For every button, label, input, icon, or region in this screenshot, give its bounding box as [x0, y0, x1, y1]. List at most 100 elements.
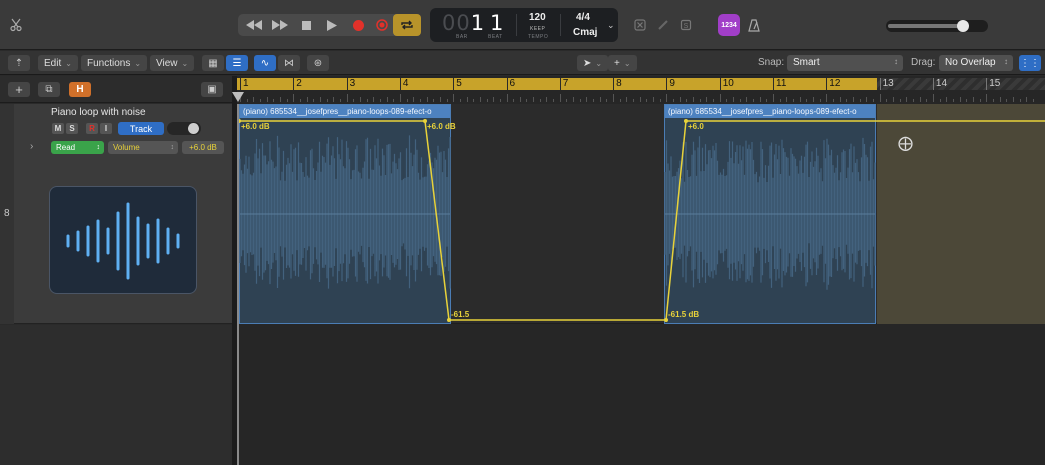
functions-menu[interactable]: Functions ⌄: [81, 55, 148, 71]
ruler-tick: [926, 99, 928, 102]
drag-select[interactable]: No Overlap ↕: [939, 55, 1013, 71]
track-lane[interactable]: (piano) 685534__josefpres__piano-loops-0…: [237, 104, 1045, 324]
time-signature[interactable]: 4/4: [576, 12, 590, 23]
record-enable-button[interactable]: R: [86, 123, 98, 134]
audio-waveform-icon: [66, 202, 180, 280]
play-button[interactable]: [318, 14, 346, 36]
ruler-tick: [872, 99, 874, 102]
catch-icon[interactable]: ⊛: [307, 55, 329, 71]
ruler-tick: [539, 99, 541, 102]
automation-point-label: +6.0: [688, 122, 704, 131]
solo-button[interactable]: S: [66, 123, 78, 134]
updown-chevron-icon: ↕: [170, 144, 175, 151]
grid-view-icon[interactable]: ▦: [202, 55, 224, 71]
cycle-button[interactable]: [393, 14, 421, 36]
tempo-value[interactable]: 120: [529, 12, 546, 23]
view-menu[interactable]: View ⌄: [150, 55, 195, 71]
list-view-icon[interactable]: ☰: [226, 55, 248, 71]
automation-line[interactable]: [239, 120, 1045, 321]
ruler-tick: [613, 94, 615, 102]
lcd-display[interactable]: 001 1 BAR BEAT 120 KEEP TEMPO 4/4 Cmaj ⌄: [430, 8, 618, 42]
updown-chevron-icon: ↕: [894, 57, 898, 66]
ruler-tick: [946, 97, 948, 102]
ruler-tick: [886, 99, 888, 102]
playhead-marker-icon[interactable]: [232, 92, 244, 102]
automation-point-label: -61.5: [451, 310, 470, 319]
ruler-tick: [759, 97, 761, 102]
metronome-icon[interactable]: [744, 14, 764, 36]
note-pad-icon[interactable]: S: [676, 14, 696, 36]
ruler-tick: [326, 99, 328, 102]
ruler-tick: [639, 97, 641, 102]
folder-icon[interactable]: ▣: [201, 82, 223, 97]
volume-automation[interactable]: +6.0 dB +6.0 dB -61.5 -61.5 dB +6.0: [237, 104, 1045, 324]
master-volume-fill: [888, 24, 959, 28]
pointer-tool-menu[interactable]: ➤ ⌄: [577, 55, 609, 71]
ruler-tick: [713, 99, 715, 102]
bar-number: 8: [613, 78, 622, 90]
bar-ruler[interactable]: 1 2 3 4 5 6 7 8 9 10 11 12 13 14 15: [232, 76, 1045, 104]
ruler-tick: [832, 99, 834, 102]
lcd-separator: [516, 14, 517, 36]
ruler-tick: [839, 97, 841, 102]
snap-select[interactable]: Smart ↕: [787, 55, 903, 71]
ruler-tick: [266, 97, 268, 102]
ruler-tick: [779, 99, 781, 102]
track-on-toggle[interactable]: [167, 122, 201, 135]
automation-parameter-select[interactable]: Volume ↕: [108, 141, 178, 154]
ruler-tick: [653, 97, 655, 102]
snap-label: Snap:: [758, 57, 785, 68]
playhead[interactable]: [237, 104, 239, 465]
edit-menu[interactable]: Edit ⌄: [38, 55, 78, 71]
ruler-tick: [339, 99, 341, 102]
lcd-menu-chevron-icon[interactable]: ⌄: [607, 20, 615, 31]
ruler-tick: [446, 99, 448, 102]
master-volume-slider[interactable]: [886, 20, 988, 32]
secondary-tool-menu[interactable]: + ⌄: [608, 55, 637, 71]
scissors-icon[interactable]: [6, 14, 26, 36]
ruler-tick: [413, 97, 415, 102]
ruler-tick: [593, 99, 595, 102]
mute-button[interactable]: M: [52, 123, 64, 134]
ruler-tick: [879, 94, 881, 102]
ruler-tick: [733, 97, 735, 102]
ruler-tick: [932, 94, 934, 102]
back-icon[interactable]: ⇡: [8, 55, 30, 71]
bar-number: 13: [879, 78, 894, 90]
duplicate-track-icon[interactable]: ⧉: [38, 82, 60, 97]
automation-mode-select[interactable]: Read ↕: [51, 141, 104, 154]
bar-number: 6: [506, 78, 515, 90]
automation-value-field[interactable]: +6.0 dB: [182, 141, 224, 154]
stop-button[interactable]: [292, 14, 320, 36]
count-in-button[interactable]: 1234: [718, 14, 740, 36]
tuner-icon[interactable]: [630, 14, 650, 36]
tracks-area[interactable]: (piano) 685534__josefpres__piano-loops-0…: [237, 104, 1045, 465]
add-track-button[interactable]: +: [8, 82, 30, 97]
waveform-zoom-icon[interactable]: ⋮⋮: [1019, 55, 1041, 71]
fast-forward-button[interactable]: [266, 14, 294, 36]
input-monitor-button[interactable]: I: [100, 123, 112, 134]
ruler-tick: [906, 97, 908, 102]
pencil-icon[interactable]: [653, 14, 673, 36]
replace-record-button[interactable]: [368, 14, 396, 36]
automation-curve-icon[interactable]: ∿: [254, 55, 276, 71]
rewind-button[interactable]: [240, 14, 268, 36]
disclosure-triangle-icon[interactable]: ›: [30, 141, 33, 152]
automation-point-label: -61.5 dB: [668, 310, 699, 319]
ruler-tick: [366, 99, 368, 102]
track-name[interactable]: Piano loop with noise: [51, 107, 146, 118]
drag-value: No Overlap: [945, 57, 996, 68]
track-automation-button[interactable]: Track: [118, 122, 164, 135]
track-icon[interactable]: [49, 186, 197, 294]
chevron-down-icon: ⌄: [623, 58, 631, 68]
ruler-tick: [726, 99, 728, 102]
track-header[interactable]: Piano loop with noise M S R I Track › Re…: [14, 104, 232, 324]
flex-icon[interactable]: ⋈: [278, 55, 300, 71]
ruler-tick: [999, 97, 1001, 102]
ruler-tick: [466, 97, 468, 102]
master-volume-knob[interactable]: [957, 20, 969, 32]
hide-tracks-button[interactable]: H: [69, 82, 91, 97]
key-signature[interactable]: Cmaj: [573, 27, 597, 38]
ruler-tick: [253, 97, 255, 102]
cycle-icon: [401, 20, 413, 30]
